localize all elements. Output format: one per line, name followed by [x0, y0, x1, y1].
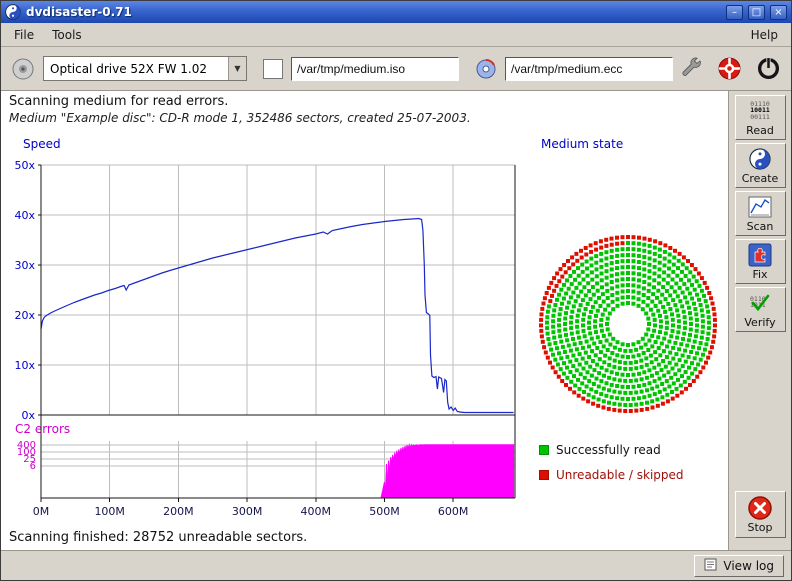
speed-chart-title: Speed [23, 137, 61, 151]
window-title: dvdisaster-0.71 [26, 5, 721, 19]
status-line-2: Medium "Example disc": CD-R mode 1, 3524… [9, 111, 471, 125]
titlebar[interactable]: dvdisaster-0.71 – □ × [1, 1, 791, 23]
ecc-file-icon [475, 58, 497, 80]
view-log-button[interactable]: View log [694, 555, 784, 577]
medium-state-title: Medium state [541, 137, 623, 151]
svg-text:20x: 20x [14, 309, 35, 322]
app-window: dvdisaster-0.71 – □ × File Tools Help Op… [0, 0, 792, 581]
fix-puzzle-icon [748, 243, 772, 267]
maximize-button[interactable]: □ [748, 5, 765, 20]
main-panel: Scanning medium for read errors. Medium … [1, 91, 728, 550]
svg-text:6: 6 [30, 461, 36, 472]
image-file-icon [263, 59, 283, 79]
svg-text:400M: 400M [301, 505, 332, 518]
quit-power-icon[interactable] [756, 56, 781, 81]
scan-curve-icon [748, 195, 772, 219]
legend-unreadable: Unreadable / skipped [539, 468, 684, 482]
svg-text:50x: 50x [14, 159, 35, 172]
action-sidebar: 01110 10011 00111 Read Create [728, 91, 791, 550]
legend-swatch-green [539, 445, 549, 455]
medium-state-disc [533, 229, 723, 419]
drive-select[interactable]: Optical drive 52X FW 1.02 ▼ [43, 56, 247, 81]
log-icon [704, 558, 717, 574]
view-log-label: View log [723, 559, 774, 573]
help-lifebuoy-icon[interactable] [717, 56, 742, 81]
legend-successfully-read: Successfully read [539, 443, 661, 457]
menu-help[interactable]: Help [742, 25, 787, 45]
yin-yang-icon [749, 147, 771, 171]
create-button[interactable]: Create [735, 143, 786, 188]
ecc-file-input[interactable] [505, 57, 673, 81]
svg-text:0M: 0M [33, 505, 50, 518]
minimize-button[interactable]: – [726, 5, 743, 20]
svg-text:10x: 10x [14, 359, 35, 372]
close-button[interactable]: × [770, 5, 787, 20]
svg-text:100M: 100M [94, 505, 125, 518]
menu-tools[interactable]: Tools [43, 25, 91, 45]
footer-bar: View log [1, 550, 791, 580]
svg-text:40x: 40x [14, 209, 35, 222]
stop-button-label: Stop [747, 521, 772, 534]
drive-icon [11, 57, 35, 81]
legend-swatch-red [539, 470, 549, 480]
svg-text:600M: 600M [438, 505, 469, 518]
fix-button[interactable]: Fix [735, 239, 786, 284]
status-line-1: Scanning medium for read errors. [9, 94, 228, 109]
scan-button-label: Scan [747, 220, 774, 233]
svg-text:500M: 500M [369, 505, 400, 518]
drive-select-value: Optical drive 52X FW 1.02 [44, 62, 228, 76]
chevron-down-icon[interactable]: ▼ [228, 57, 246, 80]
create-button-label: Create [742, 172, 779, 185]
speed-and-c2-chart: 0M 100M 200M 300M 400M 500M 600M 0x 10x 20x 30x 40x… [3, 153, 533, 531]
verify-button[interactable]: 0110 1011 Verify [735, 287, 786, 332]
menu-file[interactable]: File [5, 25, 43, 45]
legend-label-unreadable: Unreadable / skipped [556, 468, 684, 482]
stop-button[interactable]: Stop [735, 491, 786, 538]
read-binary-icon: 01110 10011 00111 [750, 99, 770, 123]
svg-text:300M: 300M [232, 505, 263, 518]
toolbar: Optical drive 52X FW 1.02 ▼ [1, 47, 791, 91]
menubar: File Tools Help [1, 23, 791, 47]
read-button[interactable]: 01110 10011 00111 Read [735, 95, 786, 140]
app-icon [5, 4, 21, 20]
preferences-wrench-icon[interactable] [680, 57, 703, 80]
fix-button-label: Fix [752, 268, 767, 281]
content-area: Scanning medium for read errors. Medium … [1, 91, 791, 550]
svg-text:200M: 200M [163, 505, 194, 518]
scan-button[interactable]: Scan [735, 191, 786, 236]
scan-result-status: Scanning finished: 28752 unreadable sect… [9, 530, 307, 545]
stop-icon [747, 496, 773, 520]
image-file-input[interactable] [291, 57, 459, 81]
svg-text:30x: 30x [14, 259, 35, 272]
legend-label-read: Successfully read [556, 443, 661, 457]
read-button-label: Read [746, 124, 774, 137]
verify-check-icon: 0110 1011 [747, 291, 773, 315]
verify-button-label: Verify [744, 316, 775, 329]
svg-text:0x: 0x [21, 409, 35, 422]
